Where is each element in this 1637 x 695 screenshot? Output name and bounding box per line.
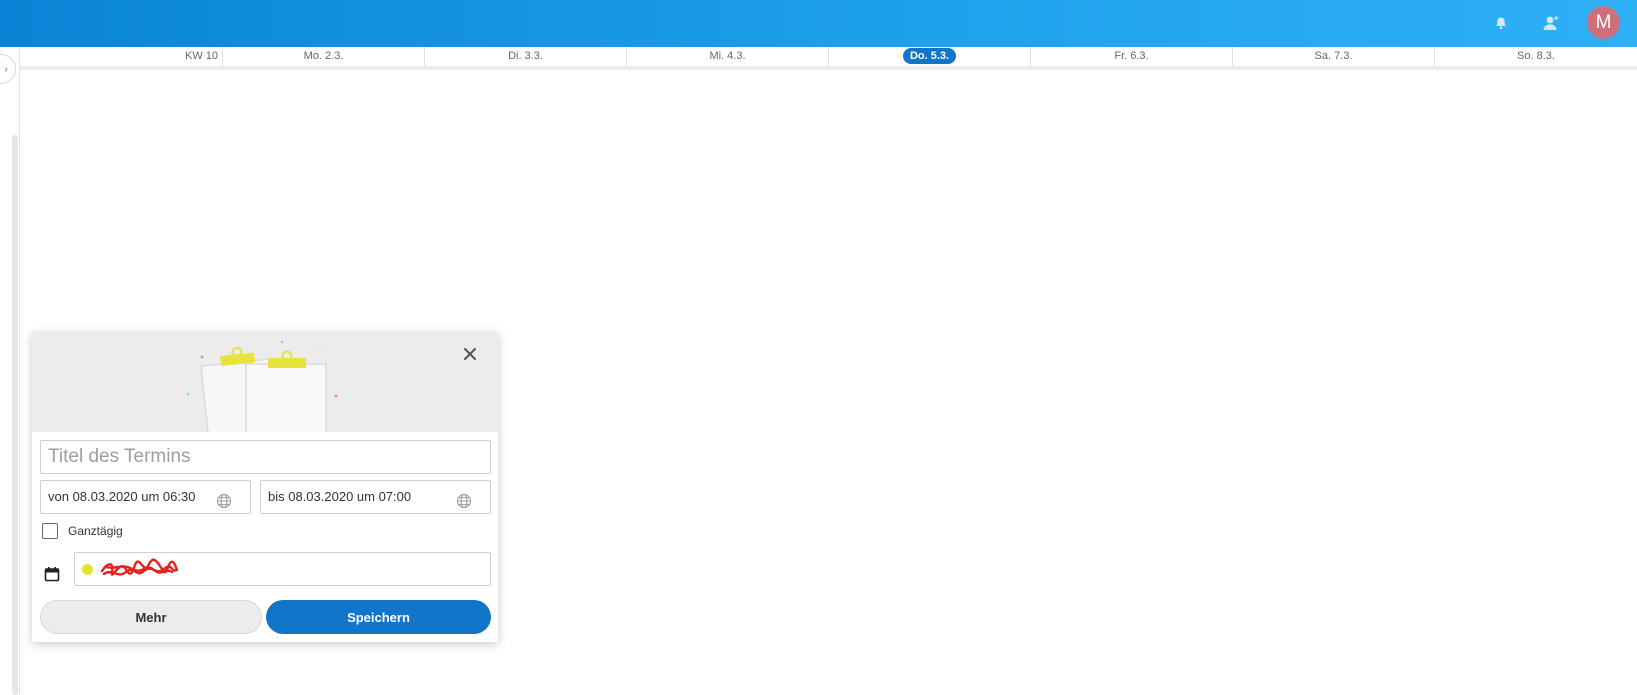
day-label: Sa. 7.3. <box>1314 50 1353 62</box>
avatar-initial: M <box>1595 11 1612 33</box>
day-header-wed[interactable]: Mi. 4.3. <box>627 47 829 66</box>
globe-icon[interactable] <box>456 489 472 508</box>
week-number: KW 10 <box>20 47 223 66</box>
day-header-tue[interactable]: Di. 3.3. <box>425 47 627 66</box>
all-day-checkbox[interactable] <box>42 523 58 539</box>
globe-icon[interactable] <box>216 489 232 508</box>
event-title-input[interactable] <box>40 440 491 474</box>
all-day-label: Ganztägig <box>68 524 123 538</box>
new-event-popup: von 08.03.2020 um 06:30 bis 08.03.2020 u… <box>32 332 498 642</box>
chevron-right-icon: › <box>4 63 8 75</box>
more-button-label: Mehr <box>135 609 167 625</box>
today-badge: Do. 5.3. <box>902 48 957 64</box>
save-button[interactable]: Speichern <box>266 600 491 634</box>
day-label: Mi. 4.3. <box>709 50 746 62</box>
day-header-thu-today[interactable]: Do. 5.3. <box>829 47 1031 66</box>
all-day-option: Ganztägig <box>42 522 123 540</box>
day-label: Di. 3.3. <box>508 50 543 62</box>
calendar-color-dot <box>82 564 93 575</box>
end-datetime-field[interactable]: bis 08.03.2020 um 07:00 <box>260 480 491 514</box>
save-button-label: Speichern <box>347 609 410 625</box>
week-header: KW 10 Mo. 2.3. Di. 3.3. Mi. 4.3. Do. 5.3… <box>20 47 1637 70</box>
day-label: Mo. 2.3. <box>303 50 344 62</box>
end-datetime-value: bis 08.03.2020 um 07:00 <box>268 489 412 504</box>
clipboard-illustration <box>186 340 338 432</box>
person-add-icon[interactable] <box>1539 12 1561 34</box>
day-header-sun[interactable]: So. 8.3. <box>1435 47 1637 66</box>
top-bar: M <box>0 0 1637 47</box>
day-label: So. 8.3. <box>1517 50 1555 62</box>
bell-icon[interactable] <box>1490 12 1512 34</box>
avatar[interactable]: M <box>1587 6 1620 39</box>
scrollbar[interactable] <box>12 135 18 695</box>
day-label: Fr. 6.3. <box>1114 50 1149 62</box>
start-datetime-field[interactable]: von 08.03.2020 um 06:30 <box>40 480 251 514</box>
day-header-fri[interactable]: Fr. 6.3. <box>1031 47 1233 66</box>
redacted-calendar-name <box>100 558 179 576</box>
start-datetime-value: von 08.03.2020 um 06:30 <box>48 489 196 504</box>
calendar-select[interactable] <box>74 552 491 586</box>
more-button[interactable]: Mehr <box>40 600 262 634</box>
day-header-mon[interactable]: Mo. 2.3. <box>223 47 425 66</box>
calendar-icon <box>44 566 60 582</box>
close-icon[interactable] <box>460 344 480 364</box>
day-header-sat[interactable]: Sa. 7.3. <box>1233 47 1435 66</box>
popup-illustration <box>32 332 498 432</box>
